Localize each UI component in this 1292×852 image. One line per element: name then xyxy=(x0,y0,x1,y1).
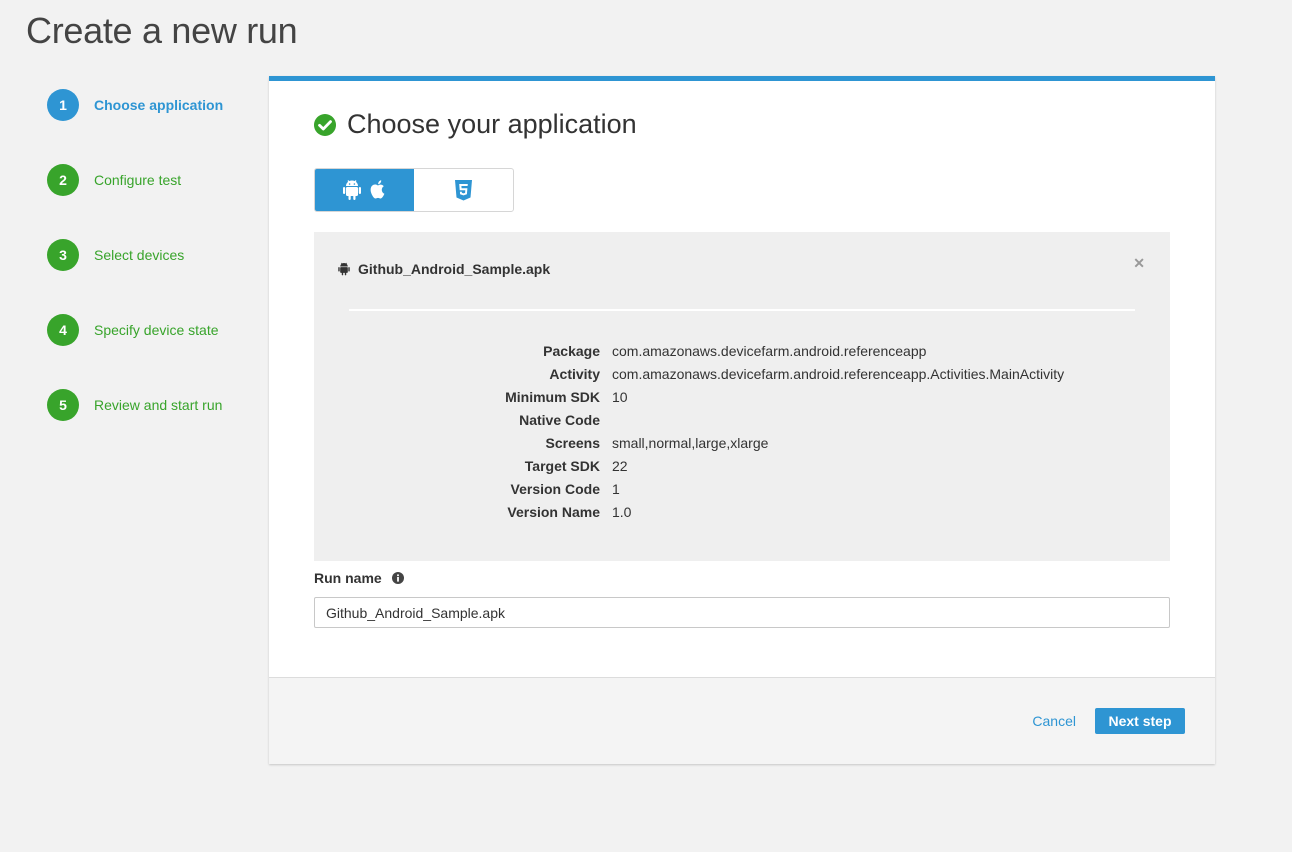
step-label: Choose application xyxy=(94,97,224,113)
close-icon[interactable]: ✕ xyxy=(1133,255,1145,272)
property-label: Package xyxy=(543,343,600,359)
app-properties: Package com.amazonaws.devicefarm.android… xyxy=(314,343,1170,527)
step-label: Specify device state xyxy=(94,322,219,338)
step-label: Configure test xyxy=(94,172,182,188)
property-label: Version Name xyxy=(507,504,600,520)
step-number: 1 xyxy=(47,89,79,121)
run-name-label: Run name xyxy=(314,570,404,586)
step-number: 2 xyxy=(47,164,79,196)
app-type-toggle xyxy=(314,168,514,212)
property-value: 10 xyxy=(612,389,628,405)
apple-icon xyxy=(370,180,384,199)
property-row: Activity com.amazonaws.devicefarm.androi… xyxy=(314,366,1170,389)
section-title: Choose your application xyxy=(347,109,637,139)
step-specify-device-state[interactable]: 4 Specify device state xyxy=(47,314,219,346)
property-value: 22 xyxy=(612,458,628,474)
android-icon xyxy=(338,262,350,276)
cancel-link[interactable]: Cancel xyxy=(1032,713,1076,729)
step-review-and-start-run[interactable]: 5 Review and start run xyxy=(47,389,222,421)
property-row: Target SDK 22 xyxy=(314,458,1170,481)
step-label: Review and start run xyxy=(94,397,223,413)
section-heading: Choose your application xyxy=(314,109,637,140)
property-label: Native Code xyxy=(519,412,600,428)
property-value: com.amazonaws.devicefarm.android.referen… xyxy=(612,343,927,359)
step-label: Select devices xyxy=(94,247,185,263)
run-name-input[interactable] xyxy=(314,597,1170,628)
property-value: com.amazonaws.devicefarm.android.referen… xyxy=(612,366,1065,382)
app-details-box: Github_Android_Sample.apk ✕ Package com.… xyxy=(314,232,1170,561)
choose-application-panel: Choose your application Github_Android_S… xyxy=(269,76,1215,764)
step-configure-test[interactable]: 2 Configure test xyxy=(47,164,181,196)
native-app-toggle[interactable] xyxy=(315,169,414,211)
html5-icon xyxy=(455,179,472,200)
page-title: Create a new run xyxy=(26,10,298,51)
next-step-button[interactable]: Next step xyxy=(1095,708,1185,734)
app-file: Github_Android_Sample.apk xyxy=(338,261,550,277)
info-icon[interactable] xyxy=(391,572,404,584)
divider xyxy=(349,309,1135,311)
property-row: Package com.amazonaws.devicefarm.android… xyxy=(314,343,1170,366)
step-number: 5 xyxy=(47,389,79,421)
web-app-toggle[interactable] xyxy=(414,169,513,211)
property-label: Minimum SDK xyxy=(505,389,600,405)
run-name-label-text: Run name xyxy=(314,570,382,586)
step-number: 3 xyxy=(47,239,79,271)
step-number: 4 xyxy=(47,314,79,346)
property-label: Version Code xyxy=(510,481,600,497)
panel-footer: Cancel Next step xyxy=(269,677,1215,764)
property-row: Version Code 1 xyxy=(314,481,1170,504)
app-file-name: Github_Android_Sample.apk xyxy=(358,261,551,277)
property-row: Version Name 1.0 xyxy=(314,504,1170,527)
step-choose-application[interactable]: 1 Choose application xyxy=(47,89,223,121)
property-label: Screens xyxy=(545,435,600,451)
panel-accent-bar xyxy=(269,76,1215,81)
property-value: 1 xyxy=(612,481,620,497)
property-label: Activity xyxy=(549,366,600,382)
property-label: Target SDK xyxy=(524,458,600,474)
property-row: Native Code xyxy=(314,412,1170,435)
step-select-devices[interactable]: 3 Select devices xyxy=(47,239,184,271)
property-row: Minimum SDK 10 xyxy=(314,389,1170,412)
property-value: 1.0 xyxy=(612,504,632,520)
property-value: small,normal,large,xlarge xyxy=(612,435,769,451)
property-row: Screens small,normal,large,xlarge xyxy=(314,435,1170,458)
android-icon xyxy=(342,180,361,200)
check-circle-icon xyxy=(314,113,336,136)
